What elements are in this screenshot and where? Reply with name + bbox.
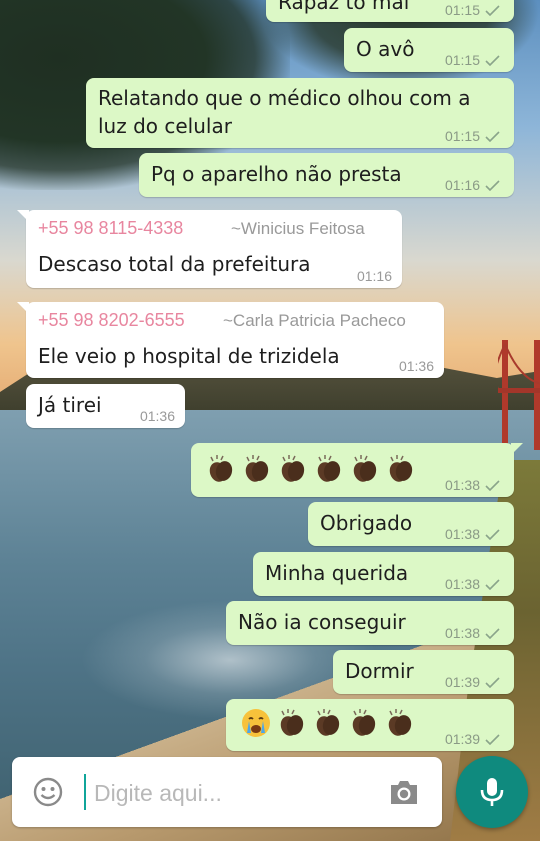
sent-check-icon [485,54,500,66]
message-text: Pq o aparelho não presta [151,162,402,186]
clapping-hands-icon [389,455,413,482]
sent-check-icon [485,528,500,540]
sent-check-icon [485,4,500,16]
message-time: 01:16 [356,268,392,284]
clapping-hands-icon [317,455,341,482]
clapping-hands-icon [280,709,304,736]
text-cursor [84,774,86,810]
message-bubble-outgoing[interactable]: 01:38 [191,443,523,497]
message-text: Descaso total da prefeitura [38,252,311,276]
message-bubble-outgoing[interactable]: Dormir 01:39 [333,650,514,694]
clapping-hands-icon [245,455,269,482]
message-bubble-outgoing[interactable]: Pq o aparelho não presta 01:16 [139,153,514,197]
sender-name: ~Carla Patricia Pacheco [223,311,406,330]
message-time: 01:16 [444,177,480,193]
clapping-hands-icon [388,709,412,736]
message-meta: 01:16 [445,177,500,193]
bubble-tail [511,443,523,455]
clapping-hands-icon [316,709,340,736]
message-time: 01:36 [398,358,434,374]
sent-check-icon [485,733,500,745]
message-composer [12,757,442,827]
clapping-hands-icon [352,709,376,736]
message-input[interactable] [92,771,386,815]
message-bubble-outgoing[interactable]: Minha querida 01:38 [253,552,514,596]
sender-phone-number[interactable]: +55 98 8202-6555 [38,310,185,331]
message-text: Ele veio p hospital de trizidela [38,344,340,368]
message-meta: 01:15 [445,52,500,68]
crying-face-icon [242,709,270,737]
bubble-tail [17,210,29,222]
message-time: 01:38 [444,625,480,641]
message-meta: 01:38 [445,526,500,542]
message-text: Já tirei [38,393,102,417]
microphone-icon [480,778,504,806]
sent-check-icon [485,179,500,191]
sent-check-icon [485,676,500,688]
message-meta: 01:38 [445,477,500,493]
sent-check-icon [485,130,500,142]
sent-check-icon [485,479,500,491]
message-time: 01:39 [444,731,480,747]
message-text: O avô [356,37,415,61]
message-time: 01:15 [444,52,480,68]
message-meta: 01:38 [445,576,500,592]
message-bubble-incoming[interactable]: +55 98 8115-4338 ~Winicius Feitosa Desca… [17,210,402,288]
message-bubble-incoming[interactable]: Já tirei 01:36 [26,384,185,428]
clapping-hands-icon [353,455,377,482]
message-bubble-outgoing[interactable]: Relatando que o médico olhou com a luz d… [86,78,514,148]
message-bubble-outgoing[interactable]: Não ia conseguir 01:38 [226,601,514,645]
message-bubble-outgoing[interactable]: Rapaz tô mal 01:15 [266,0,514,22]
message-list[interactable]: Rapaz tô mal 01:15 O avô 01:15 Relatando… [0,0,540,841]
message-text: Não ia conseguir [238,610,406,634]
message-time: 01:38 [444,526,480,542]
message-text: Rapaz tô mal [278,0,410,14]
message-text: Dormir [345,659,414,683]
message-bubble-outgoing[interactable]: Obrigado 01:38 [308,502,514,546]
message-time: 01:38 [444,477,480,493]
sent-check-icon [485,627,500,639]
message-time: 01:39 [444,674,480,690]
camera-icon[interactable] [388,777,420,807]
emoji-row [205,453,417,485]
sender-name: ~Winicius Feitosa [231,219,365,238]
emoji-row [240,707,416,739]
message-meta: 01:39 [445,731,500,747]
message-bubble-outgoing[interactable]: O avô 01:15 [344,28,514,72]
message-time: 01:15 [444,2,480,18]
sent-check-icon [485,578,500,590]
message-meta: 01:39 [445,674,500,690]
message-bubble-incoming[interactable]: +55 98 8202-6555 ~Carla Patricia Pacheco… [17,302,444,378]
message-time: 01:36 [139,408,175,424]
clapping-hands-icon [281,455,305,482]
message-meta: 01:15 [445,128,500,144]
message-time: 01:15 [444,128,480,144]
clapping-hands-icon [209,455,233,482]
message-meta: 01:38 [445,625,500,641]
bubble-tail [17,302,29,314]
message-meta: 01:15 [445,2,500,18]
microphone-button[interactable] [456,756,528,828]
message-bubble-outgoing[interactable]: 01:39 [226,699,514,751]
message-time: 01:38 [444,576,480,592]
smiley-icon[interactable] [32,776,64,808]
sender-phone-number[interactable]: +55 98 8115-4338 [38,218,183,239]
message-text: Obrigado [320,511,413,535]
message-text: Relatando que o médico olhou com a luz d… [98,86,471,138]
message-text: Minha querida [265,561,409,585]
